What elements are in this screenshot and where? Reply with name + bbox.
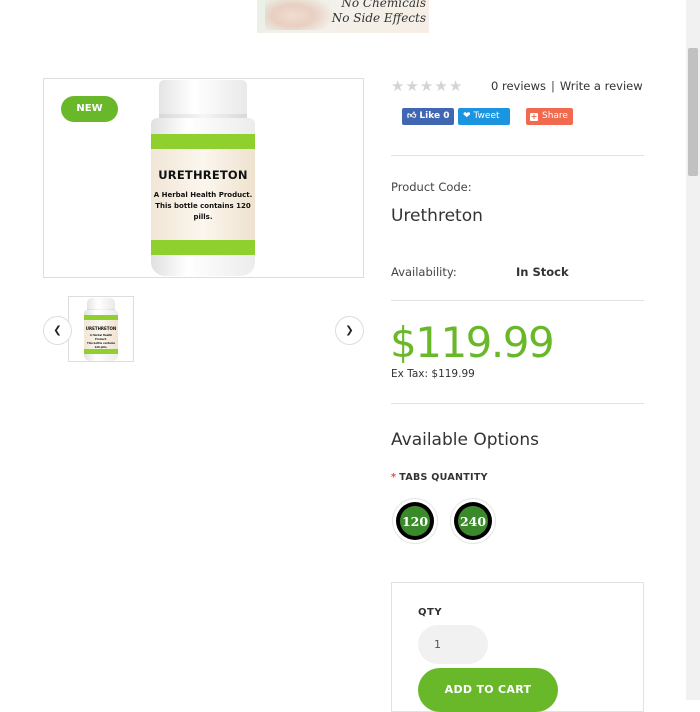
product-price: $119.99 <box>390 318 555 367</box>
tabs-quantity-label: * TABS QUANTITY <box>391 472 488 483</box>
star-icon: ★ <box>434 77 449 95</box>
like-count: 0 <box>443 111 450 121</box>
star-icon: ★ <box>405 77 420 95</box>
option-240-label: 240 <box>458 506 488 536</box>
divider <box>391 155 644 156</box>
chevron-left-icon: ❮ <box>53 325 62 336</box>
gallery-next-button[interactable]: ❯ <box>335 316 364 345</box>
banner-text-line1: No Chemicals <box>341 0 426 10</box>
thumbnail-bottle-image: URETHRETON A Herbal Health Product. This… <box>84 298 118 361</box>
tabs-quantity-text: TABS QUANTITY <box>399 472 488 483</box>
write-review-link[interactable]: Write a review <box>560 79 643 93</box>
add-to-cart-button[interactable]: ADD TO CART <box>418 668 558 712</box>
reviews-separator: | <box>551 79 555 93</box>
thumb-label-line2: This bottle contains 120 pills. <box>86 342 115 349</box>
thumb-label-line1: A Herbal Health Product. <box>89 334 113 341</box>
scrollbar-thumb[interactable] <box>688 48 698 176</box>
star-icon: ★ <box>391 77 406 95</box>
thumb-label-title: URETHRETON <box>85 326 117 331</box>
star-icon: ★ <box>448 77 464 95</box>
option-240-button[interactable]: 240 <box>450 498 496 544</box>
availability-label: Availability: <box>391 265 457 279</box>
bottle-label-line1: A Herbal Health Product. <box>153 191 253 199</box>
promo-banner[interactable]: No Chemicals No Side Effects <box>257 0 429 33</box>
tweet-button[interactable]: ❤︎ Tweet <box>458 108 510 125</box>
option-120-button[interactable]: 120 <box>392 498 438 544</box>
ex-tax-price: Ex Tax: $119.99 <box>391 368 475 380</box>
product-code-label: Product Code: <box>391 180 472 194</box>
tweet-label: Tweet <box>473 111 500 121</box>
option-120-label: 120 <box>400 506 430 536</box>
reviews-links: 0 reviews | Write a review <box>491 79 643 93</box>
divider <box>391 300 644 301</box>
product-code-value: Urethreton <box>391 206 483 226</box>
bottle-label-line2: This bottle contains 120 pills. <box>155 202 251 221</box>
available-options-title: Available Options <box>391 430 539 450</box>
thumbs-up-icon: 👍︎ <box>407 111 417 121</box>
banner-image <box>265 0 335 30</box>
banner-text-line2: No Side Effects <box>331 11 426 25</box>
qty-label: QTY <box>418 607 443 618</box>
chevron-right-icon: ❯ <box>345 325 354 336</box>
reviews-count-link[interactable]: 0 reviews <box>491 79 546 93</box>
divider <box>391 403 644 404</box>
gallery-prev-button[interactable]: ❮ <box>43 316 72 345</box>
new-badge: NEW <box>61 96 118 122</box>
availability-value: In Stock <box>516 265 569 279</box>
share-label: Share <box>542 111 568 121</box>
facebook-like-button[interactable]: 👍︎ Like 0 <box>402 108 454 125</box>
required-mark: * <box>391 472 397 483</box>
qty-input[interactable] <box>418 625 488 664</box>
rating-stars: ★★★★★ <box>391 77 463 95</box>
bottle-label-title: URETHRETON <box>158 168 248 182</box>
share-button[interactable]: + Share <box>526 108 573 125</box>
product-bottle-image: URETHRETON A Herbal Health Product. This… <box>151 80 255 276</box>
star-icon: ★ <box>419 77 435 95</box>
like-label: Like <box>419 111 441 121</box>
twitter-bird-icon: ❤︎ <box>463 111 471 121</box>
plus-icon: + <box>530 112 538 121</box>
